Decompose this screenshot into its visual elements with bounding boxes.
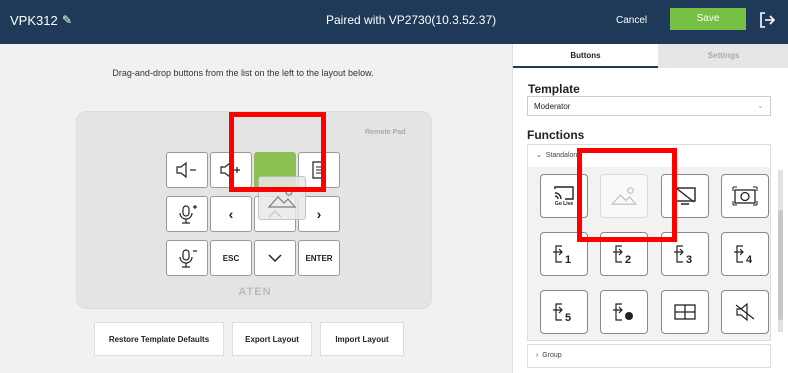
chevron-down-icon <box>268 254 282 263</box>
mic-down-key[interactable] <box>166 240 208 276</box>
input-4-button[interactable]: 4 <box>721 232 769 276</box>
mute-button[interactable] <box>721 290 769 334</box>
standalone-label: Standalone <box>545 152 582 159</box>
export-layout-button[interactable]: Export Layout <box>232 322 312 356</box>
group-label: Group <box>542 352 562 359</box>
network-input-icon <box>613 303 633 321</box>
highlight-box-functions <box>577 148 677 242</box>
network-input-button[interactable] <box>600 290 648 334</box>
functions-scrollbar[interactable] <box>778 170 783 332</box>
tab-buttons[interactable]: Buttons <box>513 44 658 68</box>
chevron-left-icon: ‹ <box>228 206 234 222</box>
input-4-icon: 4 <box>734 245 753 265</box>
down-key[interactable] <box>254 240 296 276</box>
left-key[interactable]: ‹ <box>210 196 252 232</box>
svg-text:5: 5 <box>565 312 571 323</box>
input-3-icon: 3 <box>674 245 692 265</box>
restore-defaults-button[interactable]: Restore Template Defaults <box>94 322 224 356</box>
save-button[interactable]: Save <box>670 8 746 30</box>
template-value: Moderator <box>534 102 571 111</box>
chevron-down-icon: ⌄ <box>757 101 764 110</box>
camera-icon <box>732 186 758 206</box>
instruction-text: Drag-and-drop buttons from the list on t… <box>112 68 374 78</box>
group-accordion[interactable]: › Group <box>527 344 771 368</box>
chevron-right-icon: › <box>536 352 539 359</box>
svg-text:2: 2 <box>625 254 631 265</box>
layout-editor: Drag-and-drop buttons from the list on t… <box>0 44 512 373</box>
cancel-button[interactable]: Cancel <box>616 15 647 26</box>
mic-up-key[interactable] <box>166 196 208 232</box>
volume-down-key[interactable] <box>166 152 208 188</box>
scrollbar-thumb[interactable] <box>778 210 783 320</box>
microphone-plus-icon <box>179 205 197 224</box>
tab-settings[interactable]: Settings <box>658 44 788 68</box>
functions-heading: Functions <box>527 128 585 142</box>
layout-button[interactable] <box>661 290 709 334</box>
svg-text:3: 3 <box>686 254 692 265</box>
input-2-icon: 2 <box>613 245 631 265</box>
speaker-mute-icon <box>735 302 755 322</box>
template-heading: Template <box>528 82 580 96</box>
chevron-right-icon: › <box>316 206 322 222</box>
input-1-icon: 1 <box>553 245 571 265</box>
edit-pencil-icon[interactable]: ✎ <box>62 13 72 27</box>
highlight-box-layout <box>229 112 326 192</box>
template-select[interactable]: Moderator ⌄ <box>527 96 771 116</box>
enter-key[interactable]: ENTER <box>298 240 340 276</box>
import-layout-button[interactable]: Import Layout <box>320 322 404 356</box>
svg-text:1: 1 <box>565 254 571 265</box>
input-5-icon: 5 <box>553 303 571 323</box>
grid-layout-icon <box>674 304 696 320</box>
go-live-label: Go Live <box>554 201 574 207</box>
logout-icon[interactable] <box>757 10 777 30</box>
device-name: VPK312 <box>10 13 58 28</box>
speaker-minus-icon <box>176 161 196 179</box>
input-5-button[interactable]: 5 <box>540 290 588 334</box>
chevron-down-icon: ⌄ <box>536 152 542 159</box>
paired-status: Paired with VP2730(10.3.52.37) <box>326 13 497 27</box>
cast-icon <box>554 186 574 200</box>
svg-text:4: 4 <box>746 254 753 265</box>
pad-label: Remote Pad <box>365 129 406 136</box>
aten-logo: ATEN <box>238 286 272 298</box>
top-bar: VPK312 ✎ Paired with VP2730(10.3.52.37) … <box>0 0 788 44</box>
microphone-minus-icon <box>179 249 197 268</box>
esc-key[interactable]: ESC <box>210 240 252 276</box>
snapshot-button[interactable] <box>721 174 769 218</box>
